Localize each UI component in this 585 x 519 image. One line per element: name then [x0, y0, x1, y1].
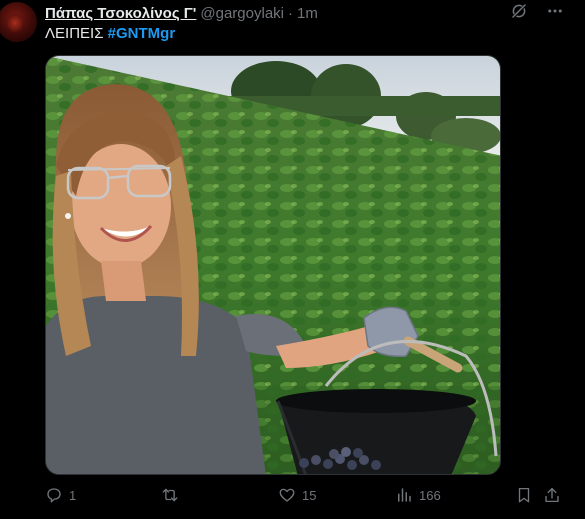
share-icon — [545, 487, 559, 503]
tweet-photo[interactable] — [45, 55, 501, 475]
reply-button[interactable]: 1 — [45, 486, 76, 504]
reply-count: 1 — [69, 487, 77, 503]
bookmark-icon — [518, 487, 530, 503]
header-actions — [510, 2, 564, 20]
more-options-icon[interactable] — [546, 2, 564, 20]
retweet-button[interactable] — [161, 486, 185, 504]
separator-dot: · — [288, 4, 293, 22]
views-icon — [398, 488, 411, 502]
action-bar: 1 15 166 — [45, 486, 570, 508]
views-count: 166 — [419, 487, 441, 503]
display-name[interactable]: Πάπας Τσοκολίνος Γ' — [45, 5, 196, 22]
tweet-text: ΛΕΙΠΕΙΣ #GNTMgr — [45, 25, 175, 43]
share-button[interactable] — [543, 486, 561, 504]
timestamp[interactable]: 1m — [297, 5, 318, 22]
like-icon — [279, 488, 295, 502]
like-button[interactable]: 15 — [278, 486, 316, 504]
retweet-icon — [162, 488, 178, 502]
views-button[interactable]: 166 — [395, 486, 441, 504]
tweet-text-body: ΛΕΙΠΕΙΣ — [45, 25, 104, 42]
like-count: 15 — [302, 487, 317, 503]
bookmark-button[interactable] — [515, 486, 533, 504]
avatar[interactable] — [0, 2, 37, 42]
photo-image — [46, 56, 500, 474]
grok-icon[interactable] — [510, 2, 528, 20]
reply-icon — [47, 488, 61, 503]
user-handle[interactable]: @gargoylaki — [200, 5, 284, 22]
tweet[interactable]: Πάπας Τσοκολίνος Γ' @gargoylaki · 1m ΛΕΙ… — [0, 0, 585, 519]
tweet-header: Πάπας Τσοκολίνος Γ' @gargoylaki · 1m — [45, 3, 318, 23]
hashtag-link[interactable]: #GNTMgr — [108, 25, 176, 42]
